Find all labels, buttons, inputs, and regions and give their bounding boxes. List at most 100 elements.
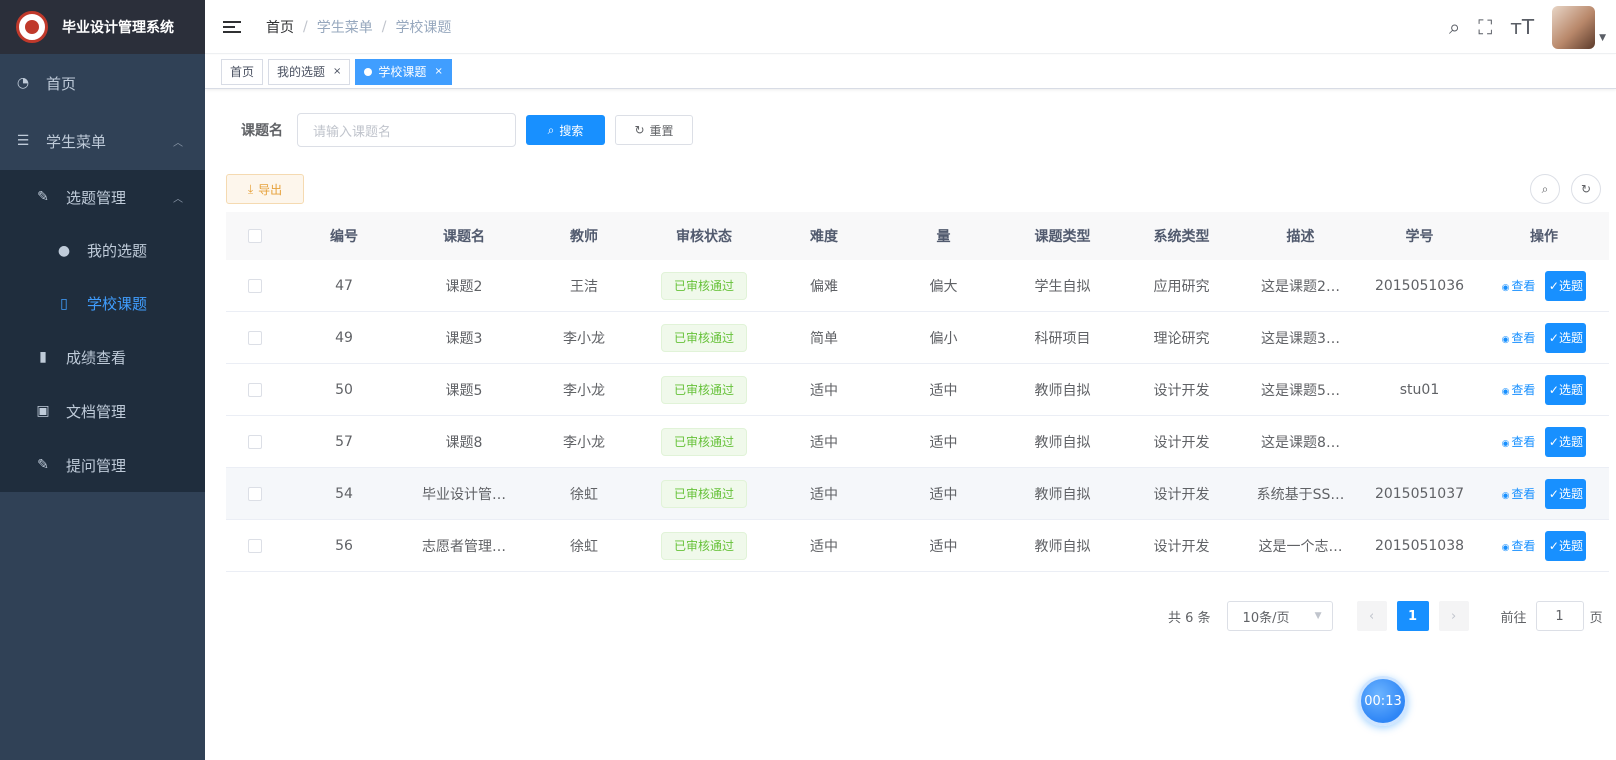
sidebar-item-label: 选题管理 — [66, 188, 127, 207]
row-checkbox[interactable] — [248, 330, 262, 345]
topic-name-input[interactable]: 请输入课题名 — [297, 113, 516, 147]
select-topic-button[interactable]: ✓ 选题 — [1545, 426, 1587, 457]
status-cell: 已审核通过 — [644, 479, 764, 508]
view-button[interactable]: ◉ 查看 — [1502, 485, 1536, 502]
prev-page-button[interactable]: ‹ — [1356, 601, 1387, 631]
chevron-right-icon: › — [1450, 608, 1457, 624]
tag-home[interactable]: 首页 — [221, 58, 264, 85]
cell-desc: 这是课题8… — [1261, 434, 1340, 451]
breadcrumb-home[interactable]: 首页 — [266, 17, 294, 37]
breadcrumb: 首页 / 学生菜单 / 学校课题 — [266, 17, 451, 37]
check-icon: ✓ — [1548, 330, 1559, 345]
refresh-table-button[interactable]: ↻ — [1571, 174, 1601, 204]
sidebar-item-school-topics[interactable]: ▯ 学校课题 — [0, 277, 205, 330]
column-header: 课题名 — [443, 229, 485, 245]
row-actions: ◉ 查看 ✓ 选题 — [1479, 530, 1609, 561]
sidebar-item-home[interactable]: ◔ 首页 — [0, 54, 205, 112]
university-logo — [16, 11, 48, 43]
logo-bar: 毕业设计管理系统 — [0, 0, 205, 54]
sidebar-item-topic-mgmt[interactable]: ✎ 选题管理 ︿ — [0, 170, 205, 224]
reset-button-label: 重置 — [649, 123, 674, 138]
search-form: 课题名 请输入课题名 ⌕ 搜索 ↻ 重置 — [241, 113, 693, 147]
table-row[interactable]: 54 毕业设计管… 徐虹 已审核通过 适中 适中 教师自拟 设计开发 系统基于SS… 201505… — [226, 468, 1609, 520]
cell-amount: 偏小 — [929, 330, 958, 347]
select-all-checkbox-cell — [226, 229, 284, 243]
page-number-current[interactable]: 1 — [1396, 601, 1429, 631]
eye-icon: ◉ — [1501, 491, 1510, 501]
font-size-icon[interactable]: ᴛT — [1510, 15, 1534, 39]
sidebar-item-docs[interactable]: ▣ 文档管理 — [0, 384, 205, 438]
topic-name-label: 课题名 — [241, 123, 283, 139]
goto-page-input[interactable]: 1 — [1535, 601, 1584, 631]
goto-label: 前往 — [1500, 610, 1527, 626]
toggle-search-button[interactable]: ⌕ — [1530, 174, 1560, 204]
check-icon: ✓ — [1548, 278, 1559, 293]
fullscreen-icon[interactable]: ⛶ — [1478, 15, 1492, 39]
cell-topic-type: 教师自拟 — [1034, 486, 1091, 503]
table-row[interactable]: 56 志愿者管理… 徐虹 已审核通过 适中 适中 教师自拟 设计开发 这是一个志… 2015051… — [226, 520, 1609, 572]
hamburger-icon[interactable] — [223, 18, 241, 36]
tag-my-topics[interactable]: 我的选题 × — [268, 58, 351, 85]
row-checkbox[interactable] — [248, 434, 262, 449]
tag-school-topics[interactable]: 学校课题 × — [355, 58, 452, 85]
cell-difficulty: 偏难 — [810, 278, 838, 295]
reset-button[interactable]: ↻ 重置 — [615, 115, 693, 145]
row-checkbox[interactable] — [248, 486, 262, 501]
breadcrumb-separator: / — [381, 18, 387, 35]
caret-down-icon[interactable]: ▼ — [1599, 33, 1606, 43]
select-topic-button[interactable]: ✓ 选题 — [1545, 530, 1587, 561]
table-row[interactable]: 49 课题3 李小龙 已审核通过 简单 偏小 科研项目 理论研究 这是课题3… ◉ 查看 ✓ 选题 — [226, 312, 1609, 364]
table-row[interactable]: 57 课题8 李小龙 已审核通过 适中 适中 教师自拟 设计开发 这是课题8… ◉ 查看 ✓ 选题 — [226, 416, 1609, 468]
column-header: 量 — [936, 229, 951, 245]
sidebar-item-student-menu[interactable]: ☰ 学生菜单 ︿ — [0, 112, 205, 170]
close-icon[interactable]: × — [333, 66, 341, 77]
page-size-select[interactable]: 10条/页 ▼ — [1226, 601, 1333, 631]
export-button[interactable]: ⤓ 导出 — [226, 174, 304, 204]
bar-chart-icon: ▮ — [39, 349, 47, 365]
sidebar-item-my-topics[interactable]: ● 我的选题 — [0, 224, 205, 277]
cell-desc: 这是一个志… — [1258, 538, 1343, 555]
table-row[interactable]: 47 课题2 王洁 已审核通过 偏难 偏大 学生自拟 应用研究 这是课题2… 2015051036… — [226, 260, 1609, 312]
next-page-button[interactable]: › — [1438, 601, 1469, 631]
view-button-label: 查看 — [1511, 487, 1536, 501]
close-icon[interactable]: × — [434, 66, 442, 77]
select-topic-button[interactable]: ✓ 选题 — [1545, 270, 1587, 301]
table-header: 编号 课题名 教师 审核状态 难度 量 课题类型 系统类型 描述 学号 操作 — [226, 212, 1609, 260]
row-checkbox[interactable] — [248, 538, 262, 553]
status-badge: 已审核通过 — [660, 479, 747, 508]
cell-name: 课题8 — [445, 434, 483, 451]
view-button[interactable]: ◉ 查看 — [1502, 537, 1536, 554]
recording-timer[interactable]: 00:13 — [1358, 676, 1408, 726]
row-checkbox[interactable] — [248, 382, 262, 397]
sidebar-item-grades[interactable]: ▮ 成绩查看 — [0, 330, 205, 384]
row-checkbox[interactable] — [248, 278, 262, 293]
view-button[interactable]: ◉ 查看 — [1502, 381, 1536, 398]
avatar[interactable] — [1552, 5, 1596, 49]
search-icon: ⌕ — [1541, 181, 1549, 196]
cell-sys-type: 设计开发 — [1153, 486, 1210, 503]
search-icon[interactable]: ⌕ — [1449, 15, 1460, 39]
select-topic-button[interactable]: ✓ 选题 — [1545, 322, 1587, 353]
cell-teacher: 徐虹 — [570, 486, 598, 503]
sidebar-item-questions[interactable]: ✎ 提问管理 — [0, 438, 205, 492]
view-button[interactable]: ◉ 查看 — [1502, 329, 1536, 346]
view-button[interactable]: ◉ 查看 — [1502, 433, 1536, 450]
sidebar-item-label: 学校课题 — [87, 295, 148, 313]
row-checkbox-cell — [226, 538, 284, 553]
cell-difficulty: 适中 — [810, 434, 838, 451]
select-topic-button[interactable]: ✓ 选题 — [1545, 478, 1587, 509]
column-header: 编号 — [330, 229, 358, 245]
cell-teacher: 李小龙 — [563, 382, 605, 399]
eye-icon: ◉ — [1501, 543, 1510, 553]
cell-teacher: 李小龙 — [563, 330, 605, 347]
select-topic-button[interactable]: ✓ 选题 — [1545, 374, 1587, 405]
cell-teacher: 王洁 — [570, 278, 598, 295]
cell-difficulty: 适中 — [810, 538, 838, 555]
select-all-checkbox[interactable] — [248, 229, 262, 243]
view-button[interactable]: ◉ 查看 — [1502, 277, 1536, 294]
table-row[interactable]: 50 课题5 李小龙 已审核通过 适中 适中 教师自拟 设计开发 这是课题5… stu01 ◉ 查看 ✓… — [226, 364, 1609, 416]
check-icon: ✓ — [1548, 538, 1559, 553]
search-button[interactable]: ⌕ 搜索 — [526, 115, 605, 145]
status-badge: 已审核通过 — [660, 531, 747, 560]
cell-id: 50 — [335, 381, 353, 398]
